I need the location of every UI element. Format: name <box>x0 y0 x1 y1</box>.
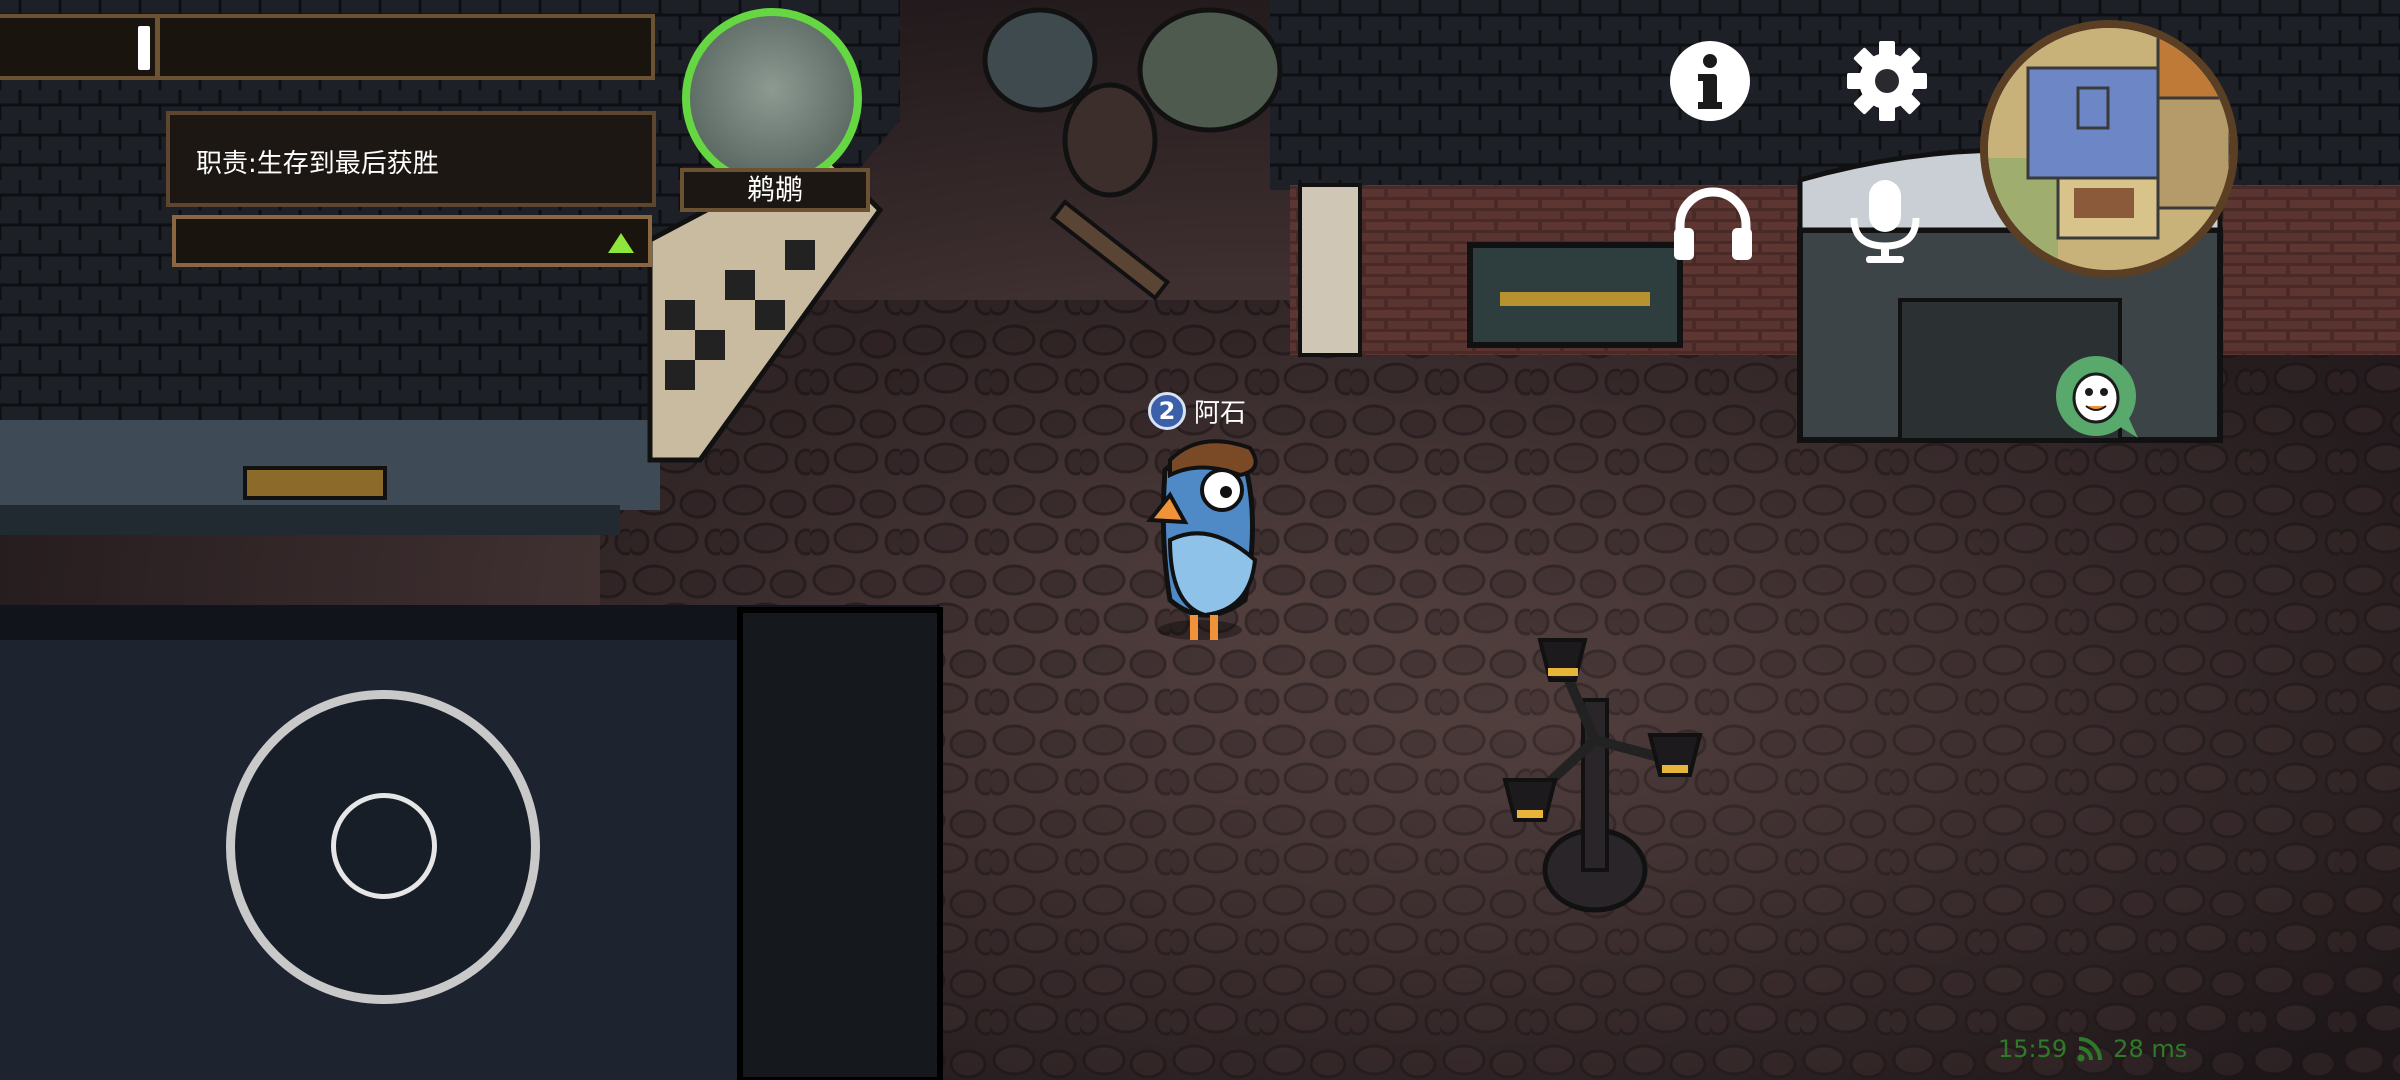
role-portrait[interactable] <box>682 8 862 188</box>
player-number-badge: 2 <box>1148 392 1186 430</box>
game-screen: 职责:生存到最后获胜 鹈鹕 2 阿石 15:59 28 ms <box>0 0 2400 1080</box>
clock-time: 15:59 <box>1998 1035 2068 1063</box>
top-progress-bar <box>0 14 655 80</box>
joystick-knob[interactable] <box>331 793 437 899</box>
duty-text: 职责:生存到最后获胜 <box>196 149 439 179</box>
triangle-up-icon[interactable] <box>608 233 634 253</box>
player-name-tag: 2 阿石 <box>1148 392 1308 436</box>
network-status: 15:59 28 ms <box>1998 1034 2218 1070</box>
task-list-toggle[interactable] <box>172 215 652 267</box>
microphone-icon[interactable] <box>1840 176 1930 266</box>
ping-value: 28 ms <box>2113 1035 2188 1063</box>
duty-panel: 职责:生存到最后获胜 <box>166 111 656 207</box>
headphones-icon[interactable] <box>1668 180 1758 270</box>
signal-icon <box>2077 1037 2103 1062</box>
gear-icon[interactable] <box>1842 36 1932 126</box>
top-bar-divider <box>155 18 160 76</box>
top-progress-fill <box>138 26 150 70</box>
role-name-label: 鹈鹕 <box>680 168 870 212</box>
goose-chat-icon[interactable] <box>2052 352 2144 444</box>
info-icon[interactable] <box>1665 36 1755 126</box>
minimap-content <box>1988 28 2230 270</box>
minimap[interactable] <box>1980 20 2238 278</box>
player-name: 阿石 <box>1194 398 1247 429</box>
